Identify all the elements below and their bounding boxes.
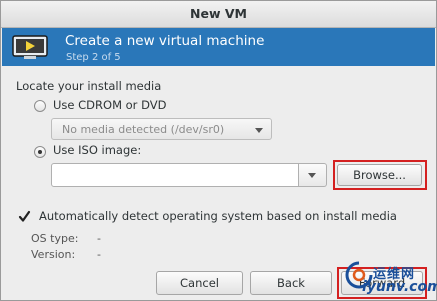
- wizard-header-banner: Create a new virtual machine Step 2 of 5: [2, 28, 435, 66]
- auto-detect-checkbox[interactable]: [18, 210, 31, 223]
- os-type-label: OS type:: [31, 232, 79, 245]
- cdrom-radio-label[interactable]: Use CDROM or DVD: [53, 98, 166, 112]
- cdrom-device-combo: No media detected (/dev/sr0): [51, 118, 272, 140]
- version-value: -: [97, 248, 101, 261]
- new-vm-dialog: New VM Create a new virtual machine Step…: [0, 0, 437, 301]
- cdrom-radio[interactable]: [34, 100, 46, 112]
- back-button-label: Back: [277, 276, 305, 290]
- chevron-down-icon: [255, 128, 263, 133]
- site-watermark: 运维网 iyunv.com: [344, 260, 437, 300]
- iso-history-dropdown-button[interactable]: [299, 163, 327, 187]
- iso-path-input[interactable]: [51, 163, 299, 187]
- wizard-heading: Create a new virtual machine: [65, 33, 265, 49]
- os-type-value: -: [97, 232, 101, 245]
- cancel-button-label: Cancel: [180, 276, 219, 290]
- watermark-en-text: iyunv.com: [362, 279, 437, 295]
- window-title: New VM: [190, 6, 247, 21]
- chevron-down-icon: [308, 173, 316, 178]
- version-label: Version:: [31, 248, 76, 261]
- auto-detect-label[interactable]: Automatically detect operating system ba…: [39, 209, 397, 223]
- cdrom-device-value: No media detected (/dev/sr0): [62, 123, 225, 136]
- wizard-step: Step 2 of 5: [66, 52, 121, 63]
- install-media-section-label: Locate your install media: [16, 79, 162, 93]
- back-button[interactable]: Back: [250, 271, 332, 295]
- cancel-button[interactable]: Cancel: [156, 271, 243, 295]
- window-titlebar[interactable]: New VM: [1, 1, 436, 28]
- iso-image-radio[interactable]: [34, 146, 46, 158]
- browse-highlight-box: [333, 160, 427, 190]
- virtual-machine-icon: [12, 35, 48, 59]
- iso-image-radio-label[interactable]: Use ISO image:: [53, 143, 141, 157]
